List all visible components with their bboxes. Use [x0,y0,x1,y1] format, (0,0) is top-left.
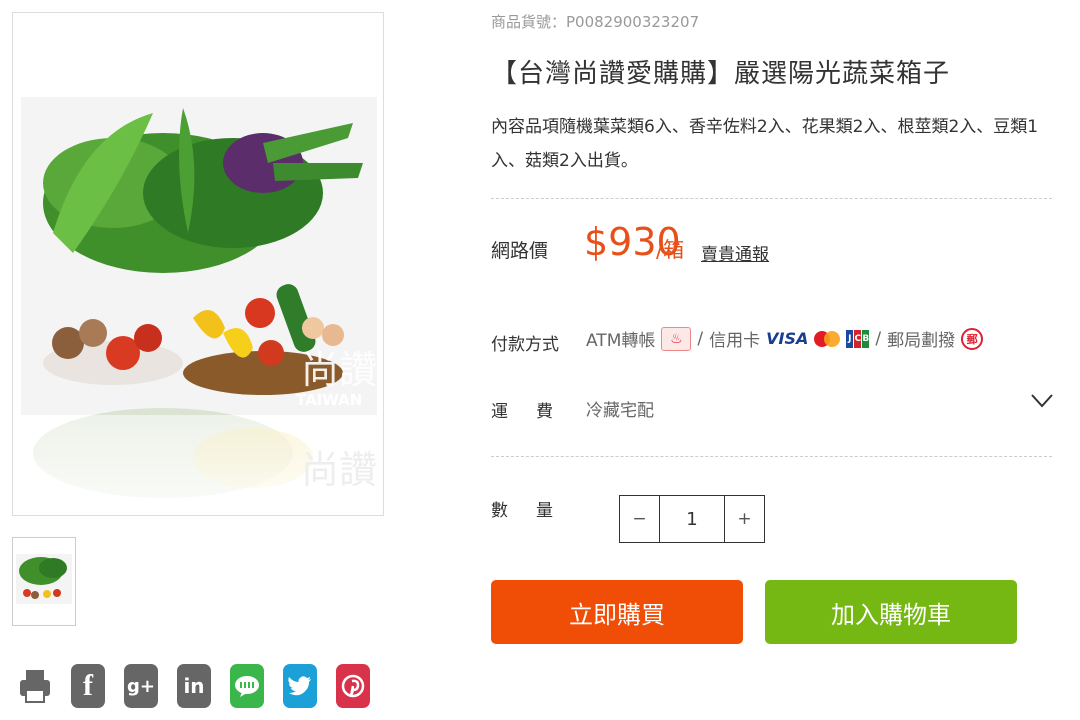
product-description: 內容品項隨機葉菜類6入、香辛佐料2入、花果類2入、根莖類2入、豆類1入、菇類2入… [491,117,1039,171]
post-office-icon: 郵 [961,327,984,350]
quantity-decrease-button[interactable]: − [620,496,659,542]
price-alert-link[interactable]: 賣貴通報 [701,240,769,265]
payment-methods: ATM轉帳 ♨ / 信用卡 VISA JCB / 郵局劃撥 郵 [586,326,984,351]
shipping-value: 冷藏宅配 [586,401,654,421]
twitter-icon[interactable] [283,664,317,708]
visa-icon: VISA [766,329,809,348]
shipping-label: 運費 [491,402,581,422]
post-transfer-label: 郵局劃撥 [887,331,956,351]
product-sku: 商品貨號：P0082900323207 [491,13,700,31]
brand-watermark: 尚讚 [301,348,377,392]
atm-label: ATM轉帳 [586,331,656,351]
linkedin-icon[interactable]: in [177,664,211,708]
credit-card-label: 信用卡 [709,331,761,351]
brand-watermark-reflection: 尚讚 [301,448,377,492]
payment-separator: / [875,328,882,349]
pinterest-icon[interactable] [336,664,370,708]
chevron-down-icon[interactable] [1031,393,1053,413]
payment-label: 付款方式 [491,335,559,355]
quantity-input[interactable] [659,496,725,542]
buy-now-button[interactable]: 立即購買 [491,580,743,644]
jcb-icon: JCB [846,329,870,348]
line-icon[interactable] [230,664,264,708]
price-unit: /箱 [656,238,685,262]
mastercard-icon [814,330,841,348]
add-to-cart-button[interactable]: 加入購物車 [765,580,1017,644]
atm-icon: ♨ [661,326,692,351]
product-main-image: 尚讚 TAIWAN 尚讚 [12,12,384,516]
divider [491,456,1052,457]
thumbnail-image[interactable] [12,537,76,626]
quantity-stepper: − + [619,495,765,543]
price-label: 網路價 [491,240,549,262]
quantity-increase-button[interactable]: + [725,496,764,542]
facebook-icon[interactable]: f [71,664,105,708]
print-icon[interactable] [18,664,52,708]
product-title: 【台灣尚讚愛購購】嚴選陽光蔬菜箱子 [491,59,951,89]
payment-separator: / [697,328,704,349]
google-plus-icon[interactable]: g+ [124,664,158,708]
quantity-label: 數量 [491,501,581,521]
share-bar: f g+ in [18,664,370,708]
divider [491,198,1052,199]
brand-watermark-sub: TAIWAN [296,391,362,409]
